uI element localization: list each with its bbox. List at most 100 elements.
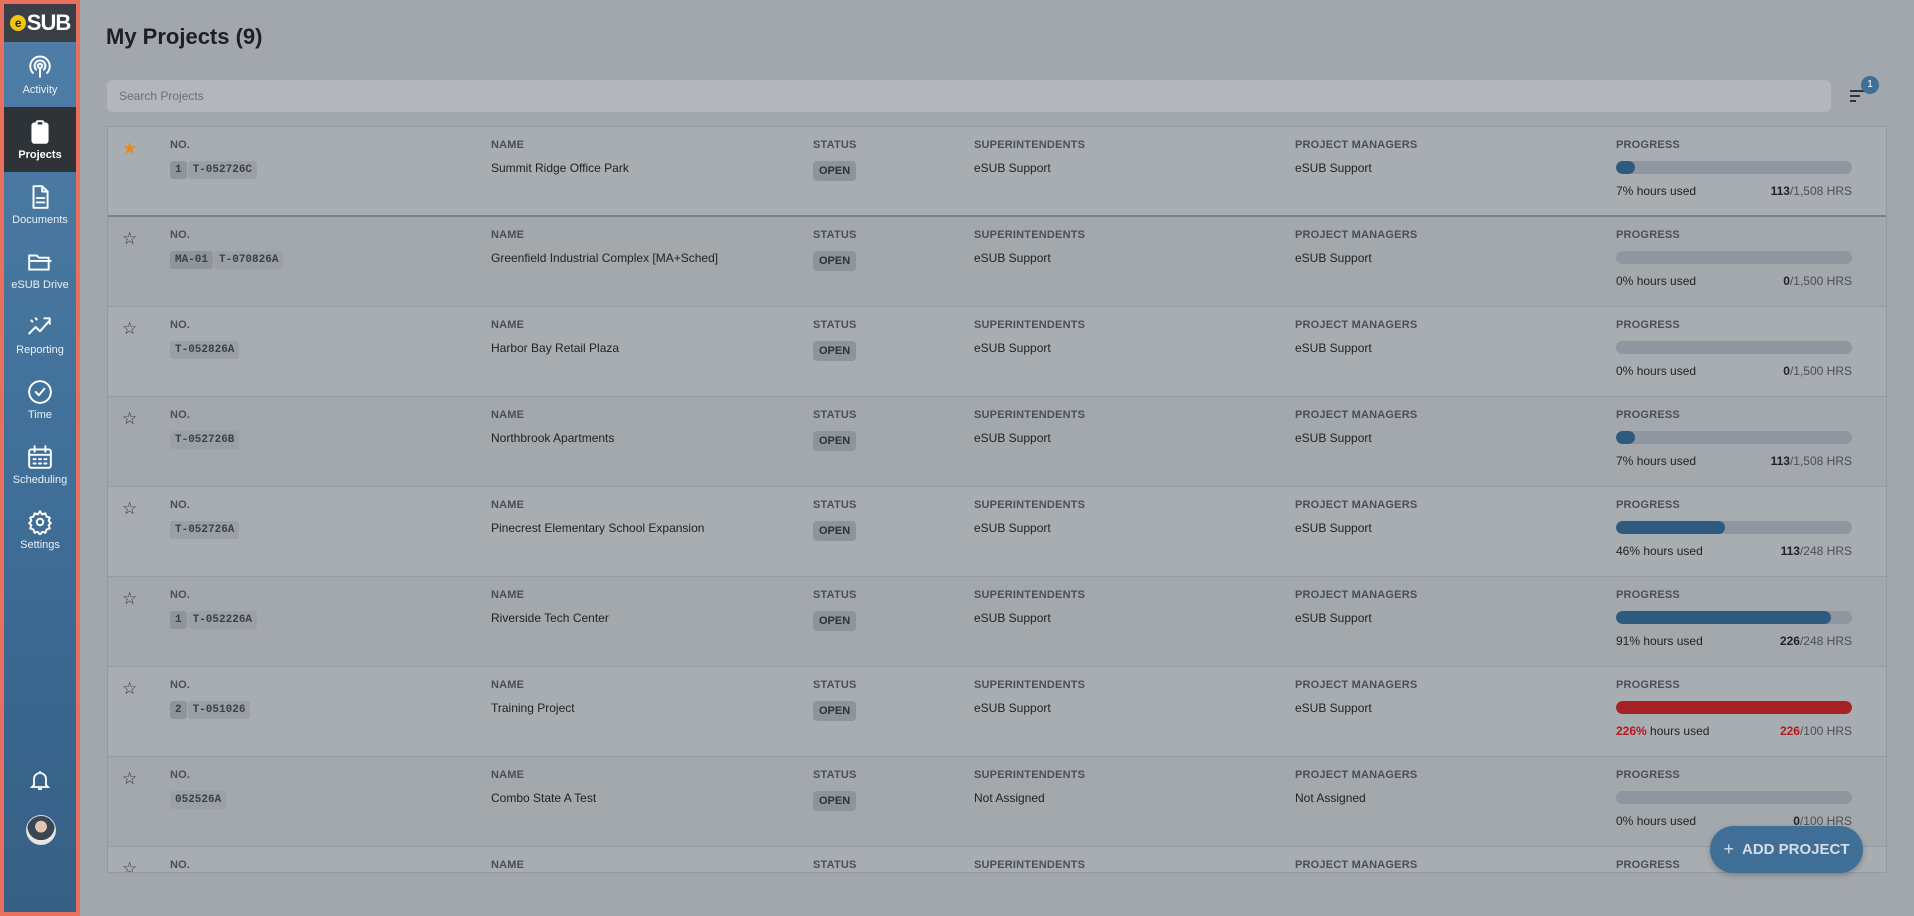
add-project-label: ADD PROJECT [1742, 841, 1850, 858]
filter-button[interactable]: 1 [1848, 76, 1879, 108]
column-label-name: NAME [491, 229, 525, 241]
favorite-star-icon[interactable]: ☆ [122, 409, 137, 429]
add-project-button[interactable]: + ADD PROJECT [1710, 826, 1863, 873]
project-name[interactable]: Combo State A Test [491, 791, 596, 805]
column-label-name: NAME [491, 589, 525, 601]
table-row[interactable]: ★ NO. 1 T-052726C NAME Summit Ridge Offic… [108, 127, 1886, 217]
sidebar: e SUB Activity Projects Documents eSUB Dr… [0, 0, 80, 916]
project-name[interactable]: Greenfield Industrial Complex [MA+Sched] [491, 251, 718, 265]
logo-text: SUB [26, 10, 71, 35]
hours-total-label: 226/100 HRS [1616, 724, 1852, 738]
search-input[interactable] [107, 80, 1831, 112]
column-label-name: NAME [491, 409, 525, 421]
column-label-project-managers: PROJECT MANAGERS [1295, 679, 1418, 691]
sidebar-item-esub-drive[interactable]: eSUB Drive [4, 237, 76, 302]
project-number-tag: T-052826A [170, 341, 240, 359]
column-label-project-managers: PROJECT MANAGERS [1295, 409, 1418, 421]
sidebar-item-scheduling[interactable]: Scheduling [4, 432, 76, 497]
column-label-name: NAME [491, 769, 525, 781]
avatar[interactable] [26, 815, 56, 845]
column-label-project-managers: PROJECT MANAGERS [1295, 319, 1418, 331]
superintendent-value: Not Assigned [974, 791, 1045, 805]
column-label-status: STATUS [813, 769, 857, 781]
column-label-project-managers: PROJECT MANAGERS [1295, 499, 1418, 511]
sidebar-item-activity[interactable]: Activity [4, 42, 76, 107]
table-row[interactable]: ☆ NO. 052526A NAME Combo State A Test ST… [108, 757, 1886, 847]
column-label-no: NO. [170, 679, 191, 691]
status-badge: OPEN [813, 611, 857, 631]
table-row[interactable]: ☆ NO. MA-01 T-070826A NAME Greenfield Ind… [108, 217, 1886, 307]
sidebar-item-documents[interactable]: Documents [4, 172, 76, 237]
favorite-star-icon[interactable]: ★ [122, 139, 137, 159]
column-label-status: STATUS [813, 589, 857, 601]
sidebar-item-label: Projects [18, 148, 62, 161]
project-name[interactable]: Northbrook Apartments [491, 431, 614, 445]
hours-used-value: 0 [1783, 364, 1790, 378]
notifications-button[interactable] [4, 768, 76, 792]
column-label-name: NAME [491, 859, 525, 871]
project-name[interactable]: Harbor Bay Retail Plaza [491, 341, 619, 355]
project-manager-value: eSUB Support [1295, 161, 1372, 175]
project-manager-value: eSUB Support [1295, 611, 1372, 625]
sidebar-item-reporting[interactable]: Reporting [4, 302, 76, 367]
column-label-status: STATUS [813, 679, 857, 691]
table-row[interactable]: ☆ NO. T-052826A NAME Harbor Bay Retail P… [108, 307, 1886, 397]
column-label-status: STATUS [813, 319, 857, 331]
column-label-progress: PROGRESS [1616, 679, 1680, 691]
esub-logo[interactable]: e SUB [4, 4, 76, 42]
project-number-tag: 052526A [170, 791, 227, 809]
sidebar-item-projects[interactable]: Projects [4, 107, 76, 172]
hours-used-value: 113 [1770, 184, 1790, 198]
column-label-superintendents: SUPERINTENDENTS [974, 499, 1086, 511]
sidebar-item-label: Reporting [16, 343, 64, 356]
favorite-star-icon[interactable]: ☆ [122, 319, 137, 339]
hours-total-value: /248 HRS [1799, 634, 1852, 648]
table-row[interactable]: ☆ NO. 2 T-051026 NAME Training Project ST… [108, 667, 1886, 757]
project-name[interactable]: Training Project [491, 701, 575, 715]
project-number: 1 T-052226A [170, 611, 258, 629]
hours-total-value: /1,500 HRS [1789, 364, 1852, 378]
project-number-tag: T-052726A [170, 521, 240, 539]
table-row[interactable]: ☆ NO. T-052726A NAME Pinecrest Elementar… [108, 487, 1886, 577]
hours-total-label: 113/1,508 HRS [1616, 454, 1852, 468]
hours-used-value: 226 [1779, 634, 1800, 648]
column-label-superintendents: SUPERINTENDENTS [974, 409, 1086, 421]
progress-bar [1616, 521, 1852, 534]
project-name[interactable]: Summit Ridge Office Park [491, 161, 629, 175]
status-badge: OPEN [813, 251, 857, 271]
project-manager-value: eSUB Support [1295, 341, 1372, 355]
table-row[interactable]: ☆ NO. 1 T-052226A NAME Riverside Tech Cen… [108, 577, 1886, 667]
sidebar-item-settings[interactable]: Settings [4, 497, 76, 562]
favorite-star-icon[interactable]: ☆ [122, 229, 137, 249]
column-label-superintendents: SUPERINTENDENTS [974, 139, 1086, 151]
hours-total-value: /1,500 HRS [1789, 274, 1852, 288]
table-row[interactable]: ☆ NO. NAME STATUS SUPERINTENDENTS PROJEC… [108, 847, 1886, 872]
project-number: 052526A [170, 791, 227, 809]
sidebar-item-label: Documents [12, 213, 68, 226]
favorite-star-icon[interactable]: ☆ [122, 769, 137, 789]
sidebar-item-label: Activity [22, 83, 58, 96]
progress-bar [1616, 791, 1852, 804]
column-label-project-managers: PROJECT MANAGERS [1295, 769, 1418, 781]
column-label-project-managers: PROJECT MANAGERS [1295, 139, 1418, 151]
status-badge: OPEN [813, 341, 857, 361]
folder-icon [28, 254, 52, 271]
favorite-star-icon[interactable]: ☆ [122, 679, 137, 699]
project-number-tag: T-051026 [187, 701, 251, 719]
favorite-star-icon[interactable]: ☆ [122, 589, 137, 609]
favorite-star-icon[interactable]: ☆ [122, 859, 137, 872]
column-label-no: NO. [170, 769, 191, 781]
hours-used-value: 113 [1780, 544, 1800, 558]
column-label-progress: PROGRESS [1616, 409, 1680, 421]
progress-bar-fill [1616, 611, 1831, 624]
column-label-progress: PROGRESS [1616, 499, 1680, 511]
project-name[interactable]: Riverside Tech Center [491, 611, 609, 625]
status-badge: OPEN [813, 521, 857, 541]
project-number: T-052826A [170, 341, 240, 359]
favorite-star-icon[interactable]: ☆ [122, 499, 137, 519]
sidebar-item-time[interactable]: Time [4, 367, 76, 432]
table-row[interactable]: ☆ NO. T-052726B NAME Northbrook Apartmen… [108, 397, 1886, 487]
project-name[interactable]: Pinecrest Elementary School Expansion [491, 521, 704, 535]
column-label-no: NO. [170, 319, 191, 331]
page-title: My Projects (9) [106, 24, 263, 49]
